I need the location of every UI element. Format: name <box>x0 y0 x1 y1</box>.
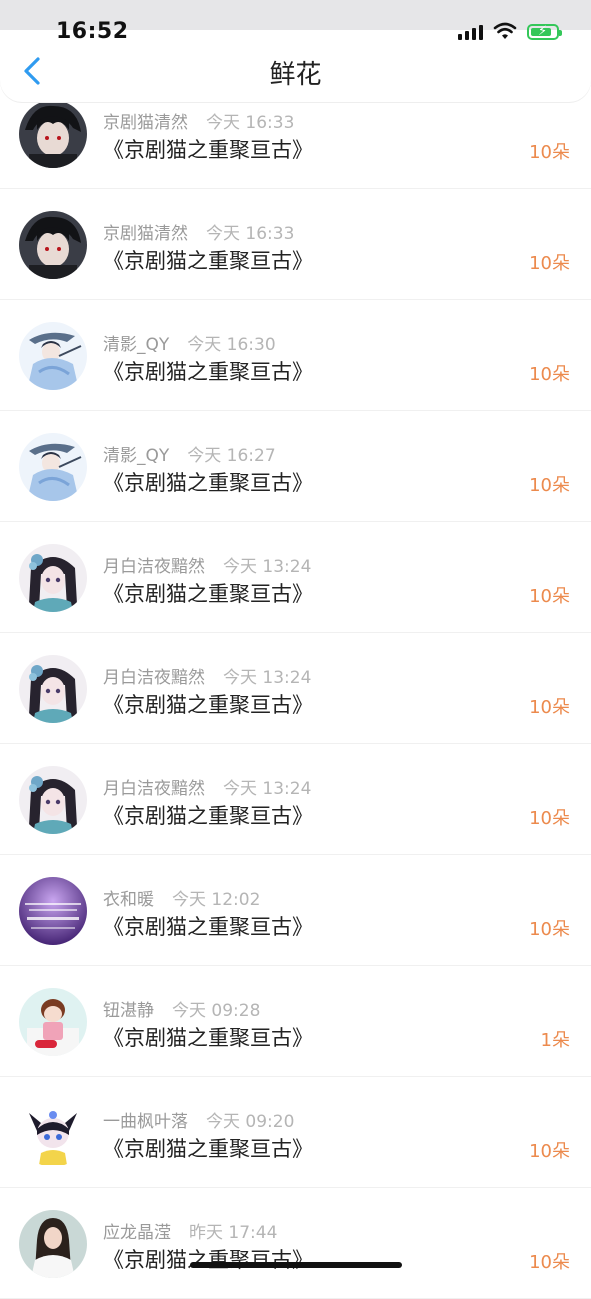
sender-info: 钮湛静 今天 09:28 <box>103 996 260 1021</box>
send-time: 今天 12:02 <box>172 890 261 910</box>
status-bar: 16:52 ⚡ <box>0 0 591 44</box>
send-time: 今天 16:33 <box>206 224 295 244</box>
list-item[interactable]: 京剧猫清然 今天 16:33 《京剧猫之重聚亘古》 10朵 <box>0 189 591 300</box>
book-title: 《京剧猫之重聚亘古》 <box>103 582 313 606</box>
sender-info: 月白洁夜黯然 今天 13:24 <box>103 663 311 688</box>
user-avatar[interactable] <box>19 322 87 390</box>
battery-charging-icon: ⚡ <box>527 24 562 40</box>
book-title: 《京剧猫之重聚亘古》 <box>103 471 313 495</box>
flower-amount: 10朵 <box>529 142 570 163</box>
sender-info: 京剧猫清然 今天 16:33 <box>103 219 294 244</box>
user-avatar[interactable] <box>19 1210 87 1278</box>
sender-name: 清影_QY <box>103 446 170 466</box>
sender-info: 清影_QY 今天 16:27 <box>103 441 276 466</box>
book-title: 《京剧猫之重聚亘古》 <box>103 249 313 273</box>
list-item[interactable]: 月白洁夜黯然 今天 13:24 《京剧猫之重聚亘古》 10朵 <box>0 522 591 633</box>
sender-name: 月白洁夜黯然 <box>103 668 205 688</box>
sender-info: 衣和暖 今天 12:02 <box>103 885 260 910</box>
flower-amount: 10朵 <box>529 697 570 718</box>
send-time: 昨天 17:44 <box>189 1223 278 1243</box>
book-title: 《京剧猫之重聚亘古》 <box>103 693 313 717</box>
book-title: 《京剧猫之重聚亘古》 <box>103 1137 313 1161</box>
user-avatar[interactable] <box>19 100 87 168</box>
user-avatar[interactable] <box>19 544 87 612</box>
user-avatar[interactable] <box>19 211 87 279</box>
user-avatar[interactable] <box>19 766 87 834</box>
send-time: 今天 09:20 <box>206 1112 295 1132</box>
book-title: 《京剧猫之重聚亘古》 <box>103 138 313 162</box>
book-title: 《京剧猫之重聚亘古》 <box>103 804 313 828</box>
sender-name: 一曲枫叶落 <box>103 1112 188 1132</box>
list-item[interactable]: 一曲枫叶落 今天 09:20 《京剧猫之重聚亘古》 10朵 <box>0 1077 591 1188</box>
send-time: 今天 13:24 <box>223 779 312 799</box>
sender-name: 衣和暖 <box>103 890 154 910</box>
user-avatar[interactable] <box>19 433 87 501</box>
list-item[interactable]: 月白洁夜黯然 今天 13:24 《京剧猫之重聚亘古》 10朵 <box>0 633 591 744</box>
send-time: 今天 16:30 <box>187 335 276 355</box>
list-item[interactable]: 清影_QY 今天 16:30 《京剧猫之重聚亘古》 10朵 <box>0 300 591 411</box>
book-title: 《京剧猫之重聚亘古》 <box>103 360 313 384</box>
flower-amount: 1朵 <box>540 1030 570 1051</box>
wifi-icon <box>493 22 517 39</box>
flower-amount: 10朵 <box>529 586 570 607</box>
cellular-signal-icon <box>458 24 483 40</box>
list-item[interactable]: 衣和暖 今天 12:02 《京剧猫之重聚亘古》 10朵 <box>0 855 591 966</box>
home-indicator <box>190 1262 402 1268</box>
flower-amount: 10朵 <box>529 364 570 385</box>
list-item[interactable]: 清影_QY 今天 16:27 《京剧猫之重聚亘古》 10朵 <box>0 411 591 522</box>
user-avatar[interactable] <box>19 655 87 723</box>
sender-info: 应龙晶滢 昨天 17:44 <box>103 1218 277 1243</box>
list-item[interactable]: 月白洁夜黯然 今天 13:24 《京剧猫之重聚亘古》 10朵 <box>0 744 591 855</box>
send-time: 今天 16:33 <box>206 113 295 133</box>
sender-name: 清影_QY <box>103 335 170 355</box>
book-title: 《京剧猫之重聚亘古》 <box>103 1026 313 1050</box>
list-item[interactable]: 应龙晶滢 昨天 17:44 《京剧猫之重聚亘古》 10朵 <box>0 1188 591 1299</box>
sender-name: 京剧猫清然 <box>103 224 188 244</box>
send-time: 今天 13:24 <box>223 668 312 688</box>
sender-info: 月白洁夜黯然 今天 13:24 <box>103 774 311 799</box>
flower-amount: 10朵 <box>529 253 570 274</box>
flower-record-list: 京剧猫清然 今天 16:33 《京剧猫之重聚亘古》 10朵 京剧猫清然 今天 16:… <box>0 78 591 1299</box>
send-time: 今天 09:28 <box>172 1001 261 1021</box>
sender-info: 京剧猫清然 今天 16:33 <box>103 108 294 133</box>
sender-name: 月白洁夜黯然 <box>103 557 205 577</box>
flower-amount: 10朵 <box>529 919 570 940</box>
sender-info: 月白洁夜黯然 今天 13:24 <box>103 552 311 577</box>
status-icons: ⚡ <box>458 22 562 40</box>
sender-name: 钮湛静 <box>103 1001 154 1021</box>
user-avatar[interactable] <box>19 1099 87 1167</box>
sender-name: 京剧猫清然 <box>103 113 188 133</box>
user-avatar[interactable] <box>19 877 87 945</box>
sender-info: 一曲枫叶落 今天 09:20 <box>103 1107 294 1132</box>
book-title: 《京剧猫之重聚亘古》 <box>103 915 313 939</box>
status-time: 16:52 <box>56 19 129 44</box>
sender-info: 清影_QY 今天 16:30 <box>103 330 276 355</box>
send-time: 今天 13:24 <box>223 557 312 577</box>
page-title: 鲜花 <box>269 60 322 90</box>
flower-amount: 10朵 <box>529 1252 570 1273</box>
send-time: 今天 16:27 <box>187 446 276 466</box>
flower-amount: 10朵 <box>529 1141 570 1162</box>
list-item[interactable]: 钮湛静 今天 09:28 《京剧猫之重聚亘古》 1朵 <box>0 966 591 1077</box>
book-title: 《京剧猫之重聚亘古》 <box>103 1248 313 1272</box>
flower-amount: 10朵 <box>529 475 570 496</box>
flower-amount: 10朵 <box>529 808 570 829</box>
sender-name: 应龙晶滢 <box>103 1223 171 1243</box>
sender-name: 月白洁夜黯然 <box>103 779 205 799</box>
user-avatar[interactable] <box>19 988 87 1056</box>
